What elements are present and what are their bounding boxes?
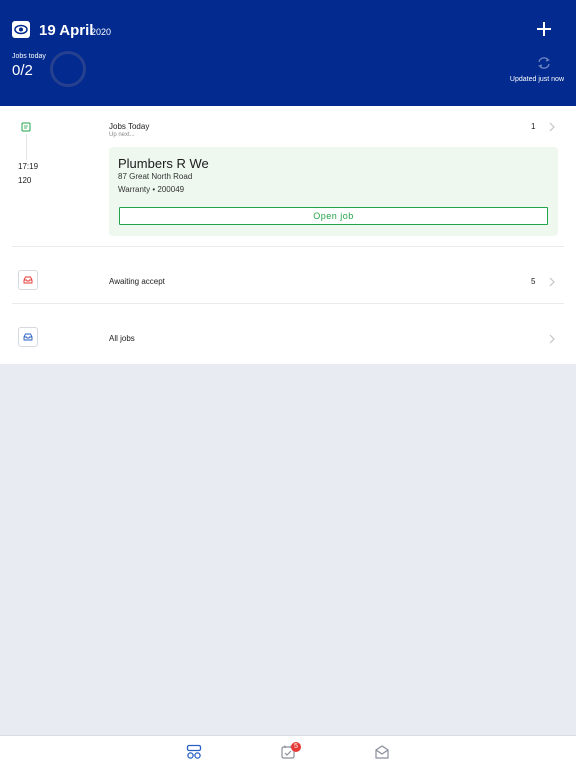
jobs-today-title[interactable]: Jobs Today xyxy=(109,122,149,131)
add-job-icon[interactable] xyxy=(535,20,553,38)
awaiting-accept-label[interactable]: Awaiting accept xyxy=(109,277,165,286)
jobs-today-subtitle: Up next... xyxy=(109,132,135,138)
mail-icon[interactable] xyxy=(374,744,390,760)
jobs-today-label: Jobs today xyxy=(12,53,46,60)
awaiting-inbox-icon xyxy=(18,270,38,290)
chevron-right-icon[interactable] xyxy=(548,122,556,132)
divider xyxy=(12,246,564,247)
dashboard-icon[interactable] xyxy=(186,744,202,760)
header-year: 2020 xyxy=(91,27,112,37)
main-content: 17:19 120 Jobs Today Up next... 1 Plumbe… xyxy=(0,106,576,364)
job-meta: Warranty • 200049 xyxy=(118,185,185,194)
header-bar: 19 April 2020 Jobs today 0/2 Updated jus… xyxy=(0,0,576,106)
jobs-progress-ring xyxy=(50,51,86,87)
jobs-today-count: 0/2 xyxy=(12,62,33,79)
refresh-icon[interactable] xyxy=(536,55,552,71)
job-company: Plumbers R We xyxy=(118,156,209,171)
chevron-right-icon[interactable] xyxy=(548,334,556,344)
job-address: 87 Great North Road xyxy=(118,172,193,181)
jobs-today-icon xyxy=(21,122,31,132)
timeline-line xyxy=(26,134,27,160)
bottom-tab-bar xyxy=(0,735,576,768)
app-logo xyxy=(12,21,30,38)
next-job-time: 17:19 xyxy=(18,162,39,171)
all-jobs-inbox-icon xyxy=(18,327,38,347)
open-job-button[interactable]: Open job xyxy=(119,207,548,225)
updated-status: Updated just now xyxy=(509,76,564,83)
all-jobs-label[interactable]: All jobs xyxy=(109,334,135,343)
next-job-number: 120 xyxy=(18,176,32,185)
awaiting-accept-count: 5 xyxy=(531,277,536,286)
chevron-right-icon[interactable] xyxy=(548,277,556,287)
next-job-card[interactable]: Plumbers R We 87 Great North Road Warran… xyxy=(109,147,558,236)
divider xyxy=(12,303,564,304)
notification-badge: 5 xyxy=(291,742,301,752)
header-date: 19 April xyxy=(39,22,94,39)
jobs-today-count-badge: 1 xyxy=(531,122,536,131)
